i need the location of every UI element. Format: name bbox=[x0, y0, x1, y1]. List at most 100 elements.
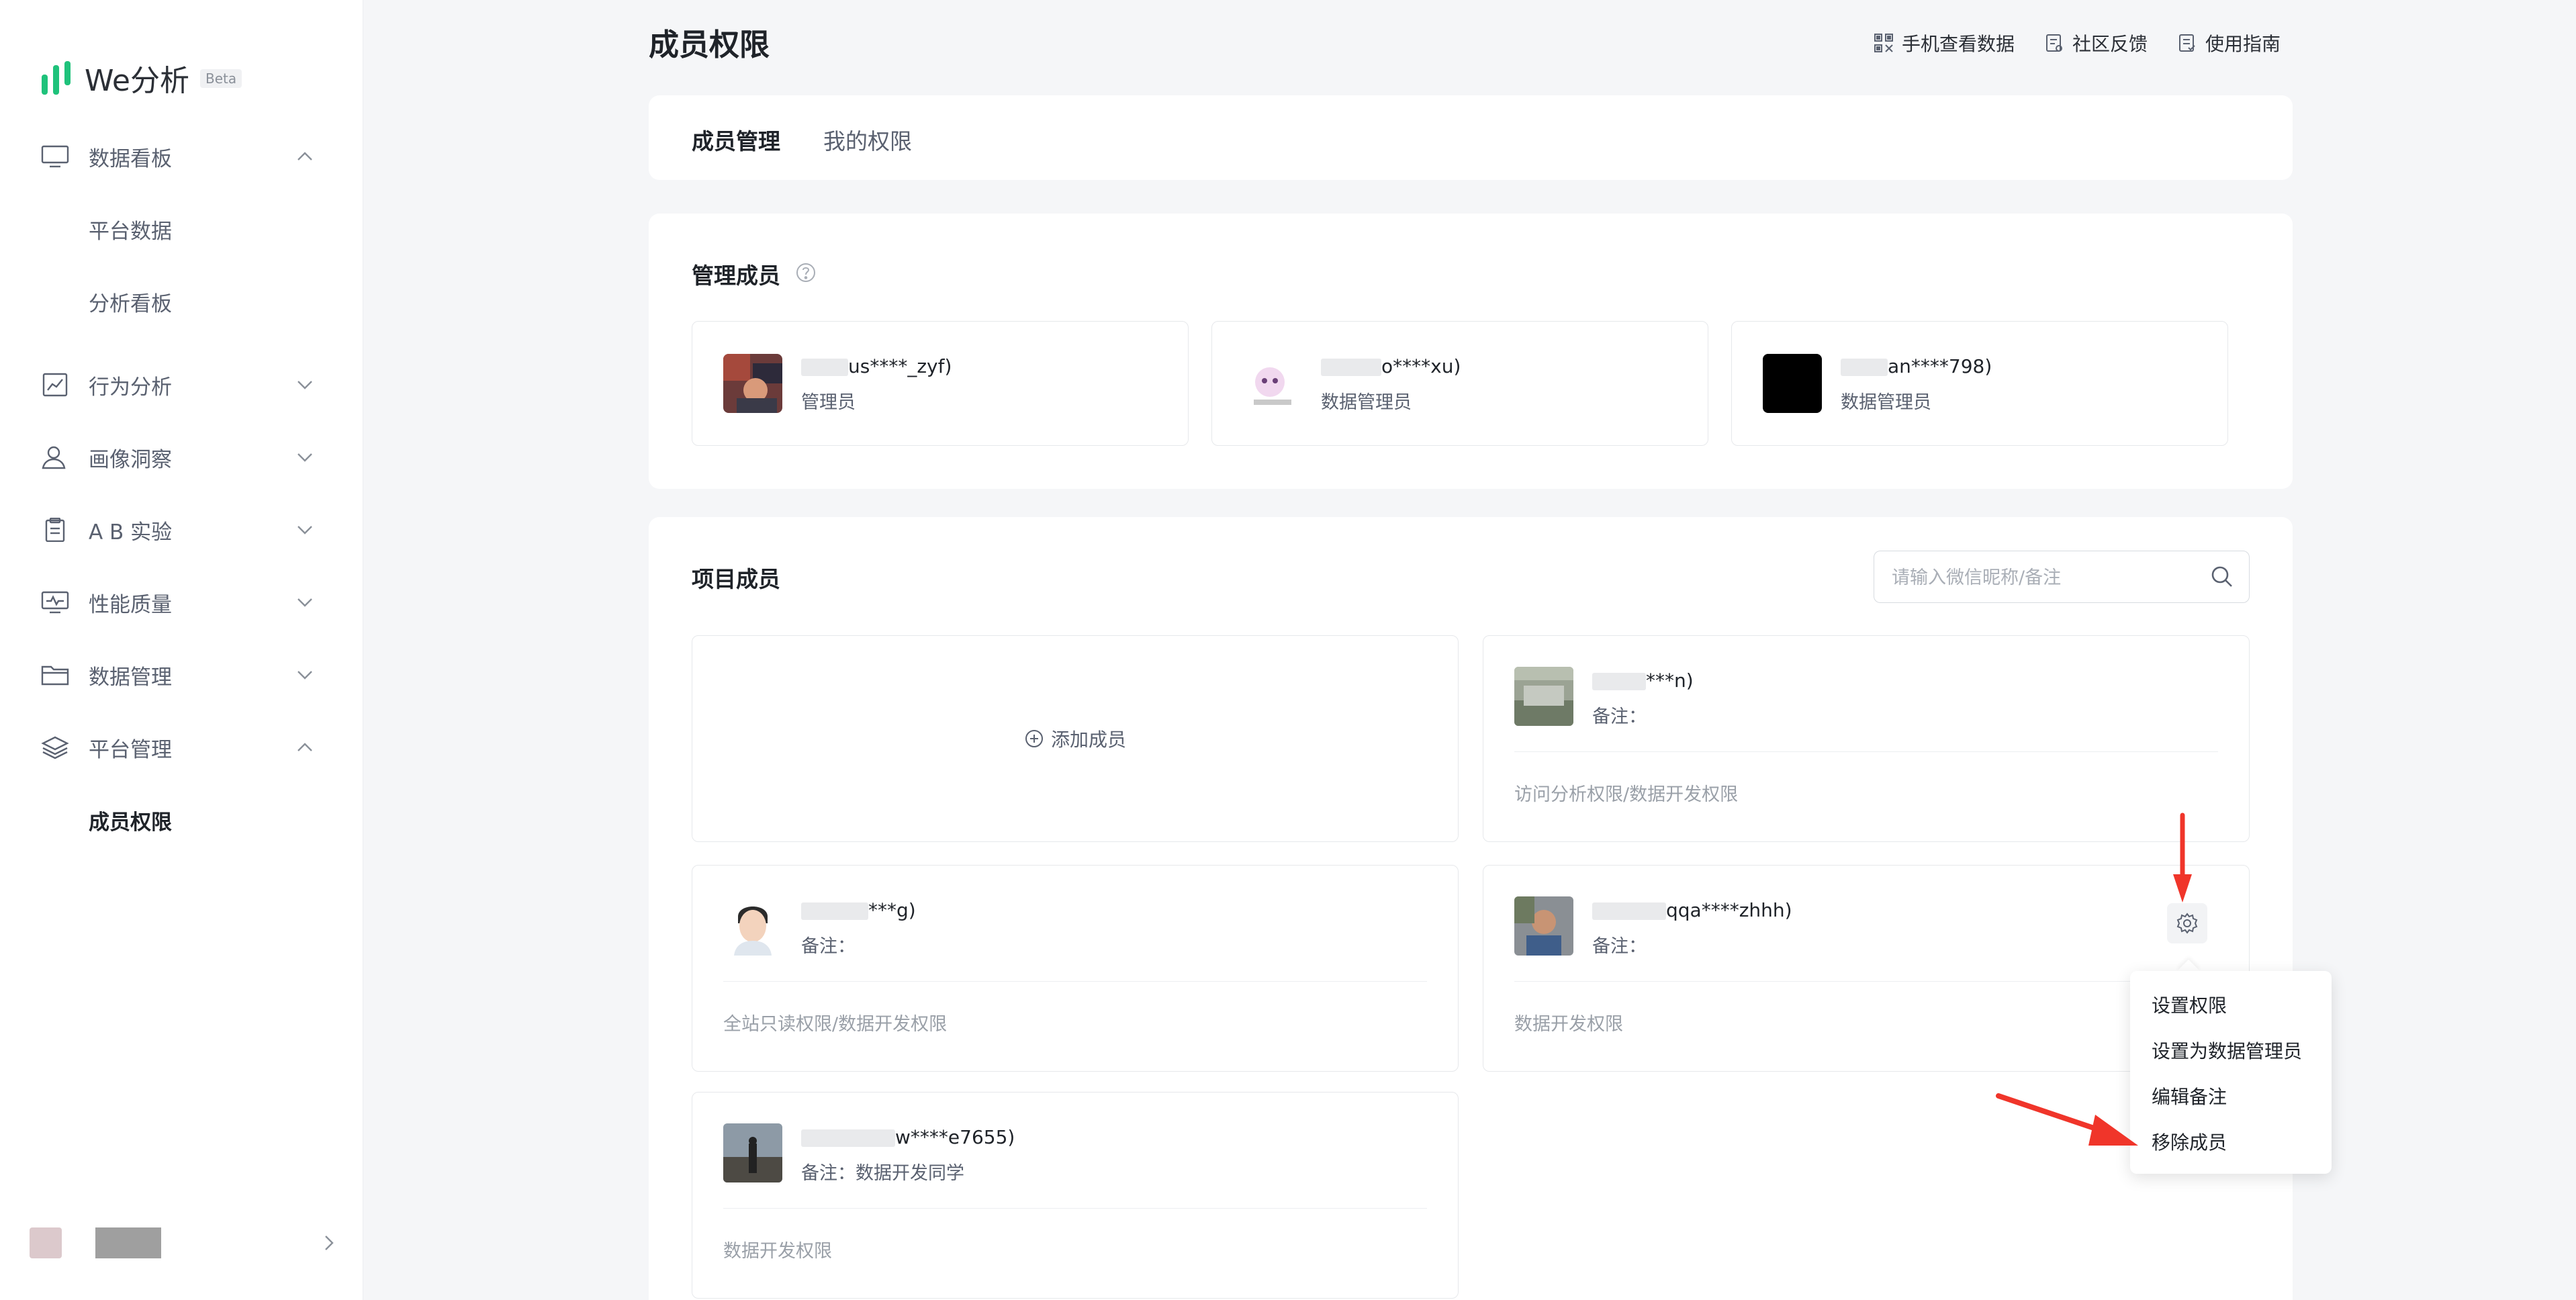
avatar-photo bbox=[1514, 896, 1573, 956]
sidebar-item-label: 成员权限 bbox=[89, 810, 172, 835]
chevron-up-icon bbox=[297, 152, 312, 160]
sidebar-item-portrait-insight[interactable]: 画像洞察 bbox=[0, 434, 363, 481]
sidebar-item-label: 平台管理 bbox=[89, 737, 172, 762]
clipboard-icon bbox=[45, 518, 65, 542]
avatar bbox=[1243, 354, 1302, 413]
redacted-text bbox=[801, 902, 868, 920]
admin-member-card[interactable]: us****_zyf) 管理员 bbox=[692, 321, 1189, 446]
sidebar-item-data-management[interactable]: 数据管理 bbox=[0, 651, 363, 698]
member-permissions: 数据开发权限 bbox=[723, 1241, 832, 1262]
section-title: 项目成员 bbox=[692, 566, 780, 592]
user-account[interactable] bbox=[30, 1226, 338, 1260]
member-card[interactable]: ***g) 备注： 全站只读权限/数据开发权限 bbox=[692, 865, 1459, 1072]
tabs-bar: 成员管理 我的权限 bbox=[649, 95, 2293, 180]
avatar bbox=[1763, 354, 1822, 413]
add-member-button[interactable]: 添加成员 bbox=[692, 636, 1458, 841]
search-box bbox=[1874, 551, 2250, 603]
divider bbox=[723, 1208, 1427, 1209]
avatar bbox=[30, 1227, 62, 1258]
search-icon[interactable] bbox=[2210, 565, 2234, 589]
avatar bbox=[723, 896, 782, 956]
project-members-section: 项目成员 添加成员 ***n) 备注： 访问分析权限/数据开发权限 bbox=[649, 517, 2293, 1300]
add-member-card[interactable]: 添加成员 bbox=[692, 635, 1459, 842]
member-card[interactable]: ***n) 备注： 访问分析权限/数据开发权限 bbox=[1483, 635, 2250, 842]
member-permissions: 访问分析权限/数据开发权限 bbox=[1514, 784, 1739, 805]
monitor-icon bbox=[41, 145, 69, 168]
redacted-text bbox=[1592, 902, 1666, 920]
avatar-photo bbox=[1514, 667, 1573, 726]
avatar-cartoon bbox=[1243, 354, 1302, 413]
member-context-menu: 设置权限 设置为数据管理员 编辑备注 移除成员 bbox=[2130, 971, 2332, 1174]
member-card[interactable]: w****e7655) 备注：数据开发同学 数据开发权限 bbox=[692, 1092, 1459, 1299]
brand[interactable]: We分析 Beta bbox=[40, 58, 242, 98]
user-guide-label: 使用指南 bbox=[2205, 33, 2281, 55]
user-portrait-icon bbox=[42, 446, 66, 469]
menu-item-remove-member[interactable]: 移除成员 bbox=[2152, 1128, 2227, 1155]
redacted-text bbox=[1592, 673, 1646, 690]
chevron-down-icon bbox=[297, 598, 312, 607]
add-member-label: 添加成员 bbox=[1050, 729, 1126, 751]
redacted-text bbox=[801, 359, 848, 376]
sidebar-item-label: 画像洞察 bbox=[89, 447, 172, 472]
qrcode-icon bbox=[1874, 34, 1893, 52]
tab-my-permissions[interactable]: 我的权限 bbox=[823, 124, 912, 156]
sidebar-item-behavior-analysis[interactable]: 行为分析 bbox=[0, 361, 363, 408]
member-name: w****e7655) bbox=[801, 1126, 1015, 1148]
mobile-view-link[interactable]: 手机查看数据 bbox=[1874, 30, 2015, 56]
admin-member-card[interactable]: an****798) 数据管理员 bbox=[1731, 321, 2228, 446]
avatar-cartoon bbox=[723, 896, 782, 956]
avatar bbox=[723, 1123, 782, 1182]
tab-member-management[interactable]: 成员管理 bbox=[692, 124, 780, 156]
sidebar-item-label: 行为分析 bbox=[89, 375, 172, 400]
admin-name: an****798) bbox=[1841, 355, 1992, 377]
gear-icon bbox=[2176, 913, 2198, 934]
admin-role: 管理员 bbox=[801, 392, 856, 413]
annotation-arrow-right bbox=[1996, 1093, 2138, 1146]
admin-member-card[interactable]: o****xu) 数据管理员 bbox=[1211, 321, 1708, 446]
member-name: ***g) bbox=[801, 899, 916, 921]
header-links: 手机查看数据 社区反馈 使用指南 bbox=[1874, 30, 2281, 56]
sidebar-item-label: 性能质量 bbox=[89, 592, 172, 617]
redacted-text bbox=[1841, 359, 1888, 376]
menu-item-edit-note[interactable]: 编辑备注 bbox=[2152, 1082, 2227, 1109]
sidebar-item-ab-test[interactable]: A B 实验 bbox=[0, 506, 363, 553]
page-title: 成员权限 bbox=[649, 27, 770, 62]
divider bbox=[723, 981, 1427, 982]
redacted-text bbox=[1321, 359, 1381, 376]
chevron-up-icon bbox=[297, 743, 312, 751]
sidebar-item-platform-data[interactable]: 平台数据 bbox=[0, 205, 363, 252]
beta-badge: Beta bbox=[200, 69, 242, 88]
menu-item-set-data-admin[interactable]: 设置为数据管理员 bbox=[2152, 1037, 2302, 1064]
performance-monitor-icon bbox=[41, 591, 69, 614]
member-name: ***n) bbox=[1592, 669, 1694, 692]
divider bbox=[1514, 981, 2218, 982]
sidebar-item-label: 分析看板 bbox=[89, 291, 172, 316]
guide-icon bbox=[2178, 34, 2195, 52]
avatar bbox=[1514, 896, 1573, 956]
avatar-photo bbox=[723, 1123, 782, 1182]
admin-name: o****xu) bbox=[1321, 355, 1461, 377]
divider bbox=[1514, 751, 2218, 752]
member-note: 备注： bbox=[1592, 706, 1647, 727]
chevron-down-icon bbox=[297, 671, 312, 680]
sidebar-item-member-permissions[interactable]: 成员权限 bbox=[0, 796, 363, 843]
help-icon[interactable] bbox=[795, 262, 817, 283]
redacted-text bbox=[801, 1129, 895, 1147]
sidebar-item-platform-management[interactable]: 平台管理 bbox=[0, 724, 363, 771]
sidebar-item-data-board[interactable]: 数据看板 bbox=[0, 133, 363, 180]
user-guide-link[interactable]: 使用指南 bbox=[2177, 30, 2281, 56]
line-chart-icon bbox=[42, 373, 68, 397]
sidebar-item-label: 数据看板 bbox=[89, 146, 172, 171]
sidebar-item-analysis-board[interactable]: 分析看板 bbox=[0, 278, 363, 325]
community-feedback-link[interactable]: 社区反馈 bbox=[2044, 30, 2148, 56]
member-settings-button[interactable] bbox=[2167, 903, 2207, 943]
chevron-down-icon bbox=[297, 381, 312, 389]
sidebar-item-label: A B 实验 bbox=[89, 520, 173, 545]
feedback-icon bbox=[2045, 34, 2062, 52]
search-input[interactable] bbox=[1890, 563, 2202, 592]
chevron-right-icon bbox=[325, 1236, 334, 1250]
sidebar-item-performance[interactable]: 性能质量 bbox=[0, 579, 363, 626]
admin-members-section: 管理成员 us****_zyf) 管理员 o****xu) 数据管理员 an**… bbox=[649, 214, 2293, 489]
menu-item-set-permissions[interactable]: 设置权限 bbox=[2152, 991, 2227, 1018]
chevron-down-icon bbox=[297, 526, 312, 535]
